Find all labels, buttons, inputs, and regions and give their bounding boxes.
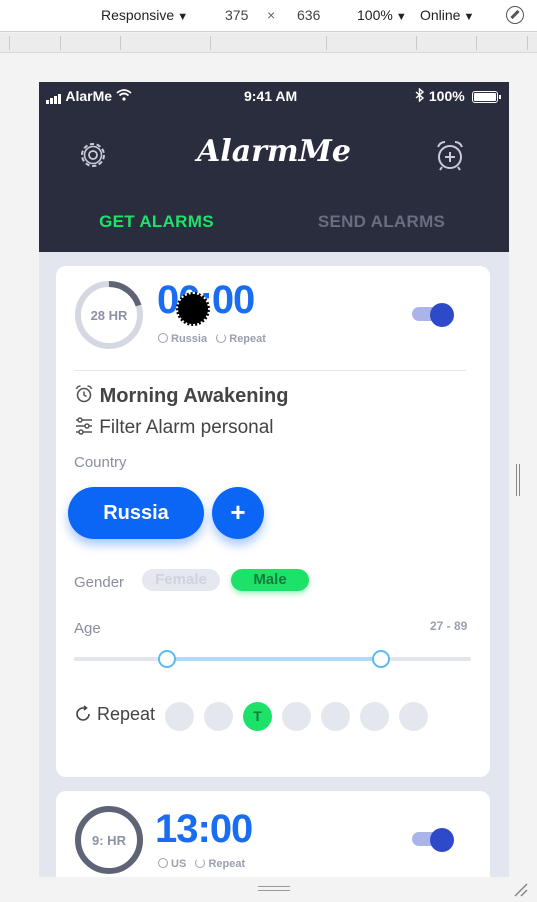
throttle-select[interactable]: Online bbox=[420, 7, 474, 23]
alarm-card: 28 HR 00:00 Russia Repeat Morning Awaken… bbox=[56, 266, 490, 777]
repeat-day-2[interactable] bbox=[204, 702, 233, 731]
alarm-clock-icon bbox=[75, 385, 93, 403]
media-query-ruler bbox=[0, 33, 537, 53]
repeat-day-1[interactable] bbox=[165, 702, 194, 731]
repeat-label: Repeat bbox=[97, 704, 156, 724]
alarm-repeat-label: Repeat bbox=[229, 333, 266, 345]
alarm-repeat-label: Repeat bbox=[208, 858, 246, 870]
status-time: 9:41 AM bbox=[244, 88, 298, 104]
alarm-country: Russia bbox=[171, 333, 208, 345]
repeat-day-4[interactable] bbox=[282, 702, 311, 731]
alarm-title-row: Morning Awakening bbox=[74, 384, 288, 408]
repeat-day-5[interactable] bbox=[321, 702, 350, 731]
alarm-card: 9: HR 13:00 US Repeat bbox=[56, 791, 490, 877]
rotate-icon[interactable] bbox=[506, 6, 524, 24]
sliders-icon bbox=[76, 417, 92, 435]
filter-label: Filter Alarm personal bbox=[99, 417, 274, 438]
alarm-tabs: GET ALARMS SEND ALARMS bbox=[39, 212, 509, 246]
devtools-toolbar: Responsive 375 × 636 100% Online bbox=[0, 0, 537, 32]
gender-female-chip[interactable]: Female bbox=[142, 569, 220, 591]
hours-ring-label: 28 HR bbox=[90, 308, 128, 323]
resize-handle[interactable] bbox=[516, 464, 520, 496]
zoom-select[interactable]: 100% bbox=[357, 7, 407, 23]
battery-icon bbox=[471, 91, 501, 104]
alarm-time[interactable]: 13:00 bbox=[155, 807, 253, 852]
repeat-day-3[interactable]: T bbox=[243, 702, 272, 731]
filter-row: Filter Alarm personal bbox=[74, 416, 274, 439]
hours-ring-label: 9: HR bbox=[92, 833, 126, 848]
carrier-name: AlarMe bbox=[65, 88, 113, 104]
repeat-icon bbox=[216, 333, 227, 343]
viewport-width-input[interactable]: 375 bbox=[225, 7, 248, 23]
bottom-resize-grip[interactable] bbox=[258, 886, 290, 891]
add-country-button[interactable]: + bbox=[212, 487, 264, 539]
country-label: Country bbox=[74, 454, 127, 471]
age-range-value: 27 - 89 bbox=[430, 619, 468, 633]
repeat-icon bbox=[195, 858, 206, 868]
cursor-overlay bbox=[176, 292, 210, 326]
globe-icon bbox=[158, 333, 168, 343]
gender-male-chip[interactable]: Male bbox=[231, 569, 309, 591]
device-mode-select[interactable]: Responsive bbox=[101, 7, 188, 23]
alarm-enable-toggle[interactable] bbox=[412, 828, 456, 852]
repeat-row-label: Repeat bbox=[74, 704, 155, 725]
signal-icon bbox=[46, 88, 62, 104]
repeat-day-6[interactable] bbox=[360, 702, 389, 731]
alarm-country: US bbox=[171, 858, 187, 870]
alarm-title: Morning Awakening bbox=[99, 385, 289, 407]
country-russia-button[interactable]: Russia bbox=[68, 487, 204, 539]
status-battery: 100% bbox=[415, 87, 501, 104]
corner-resize-grip-icon[interactable] bbox=[513, 882, 529, 898]
repeat-icon bbox=[76, 705, 90, 721]
app-header: AlarMe 9:41 AM 100% AlarmMe GET ALARMS S… bbox=[39, 82, 509, 252]
bluetooth-icon bbox=[415, 87, 425, 103]
device-viewport: AlarMe 9:41 AM 100% AlarmMe GET ALARMS S… bbox=[39, 82, 509, 877]
age-label: Age bbox=[74, 620, 101, 637]
tab-get-alarms[interactable]: GET ALARMS bbox=[39, 212, 274, 232]
alarm-enable-toggle[interactable] bbox=[412, 303, 456, 327]
add-alarm-clock-icon[interactable] bbox=[433, 138, 467, 172]
age-slider-fill bbox=[167, 657, 382, 661]
tab-send-alarms[interactable]: SEND ALARMS bbox=[264, 212, 499, 232]
alarm-meta: US Repeat bbox=[158, 858, 245, 870]
wifi-icon bbox=[116, 89, 132, 101]
repeat-day-7[interactable] bbox=[399, 702, 428, 731]
viewport-height-input[interactable]: 636 bbox=[297, 7, 320, 23]
age-max-handle[interactable] bbox=[372, 650, 391, 668]
card-divider bbox=[74, 370, 466, 371]
gender-label: Gender bbox=[74, 574, 125, 591]
battery-percent: 100% bbox=[428, 88, 465, 104]
status-carrier: AlarMe bbox=[46, 88, 132, 104]
age-min-handle[interactable] bbox=[158, 650, 177, 668]
globe-icon bbox=[158, 858, 168, 868]
dimension-separator: × bbox=[267, 7, 276, 23]
alarm-meta: Russia Repeat bbox=[158, 333, 266, 345]
